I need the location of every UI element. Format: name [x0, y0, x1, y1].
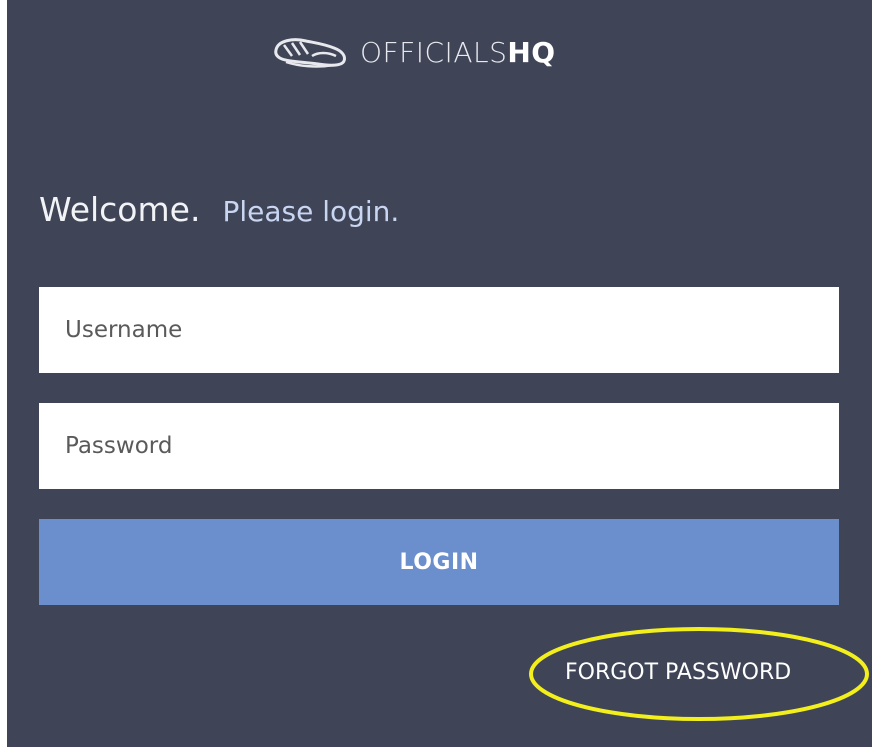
password-input[interactable] [39, 403, 839, 489]
shoe-logo-icon [274, 38, 346, 68]
brand-name: OFFICIALS HQ [360, 36, 556, 69]
username-input[interactable] [39, 287, 839, 373]
login-panel: OFFICIALSHQ Welcome. Please login. LOGIN… [7, 0, 872, 747]
brand-header: OFFICIALS HQ [272, 30, 556, 74]
forgot-password-link[interactable]: FORGOT PASSWORD [565, 660, 791, 685]
login-button[interactable]: LOGIN [39, 519, 839, 605]
brand-name-bold: HQ [507, 35, 556, 69]
brand-name-light: OFFICIALS [360, 35, 508, 69]
welcome-subtitle: Please login. [222, 195, 400, 228]
welcome-title: Welcome. [39, 190, 201, 229]
welcome-heading: Welcome. Please login. [39, 190, 399, 229]
